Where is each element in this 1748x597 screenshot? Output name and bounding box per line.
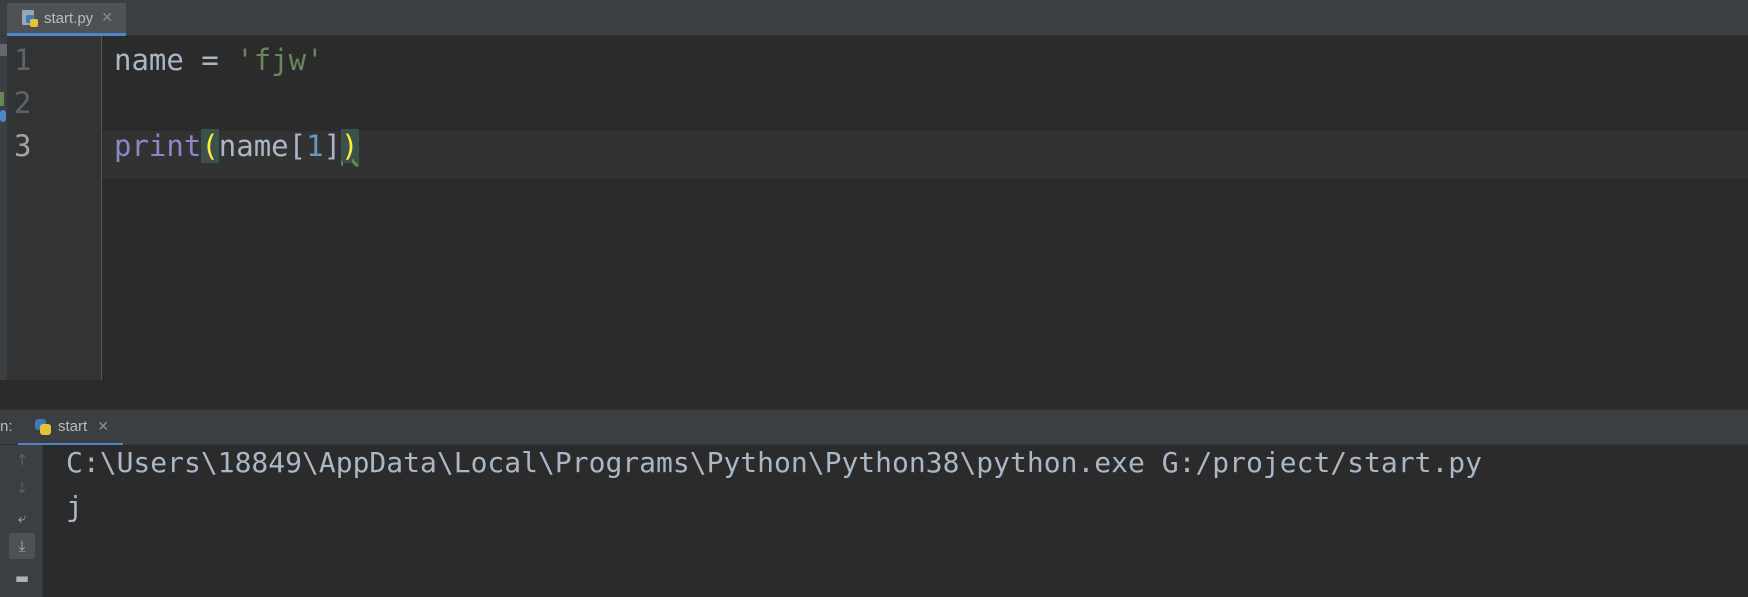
line-number-3: 3: [14, 129, 32, 163]
ide-window: start.py ✕ 1 2 3 name = 'fjw' print(name…: [0, 0, 1748, 597]
close-icon[interactable]: ✕: [101, 10, 113, 26]
arrow-down-icon[interactable]: ↓: [9, 475, 35, 501]
identifier: name: [114, 43, 184, 77]
open-paren-highlight: (: [201, 129, 219, 163]
close-icon[interactable]: ✕: [97, 419, 109, 435]
editor-tab-bar: start.py ✕: [0, 0, 1748, 36]
python-icon: [34, 418, 52, 436]
number-literal: 1: [306, 129, 324, 163]
structure-strip-icon[interactable]: [0, 92, 4, 106]
project-strip-icon[interactable]: [0, 44, 7, 56]
code-editor[interactable]: 1 2 3 name = 'fjw' print(name[1]): [0, 36, 1748, 380]
python-file-icon: [20, 9, 38, 27]
code-line-1[interactable]: name = 'fjw': [114, 36, 324, 84]
identifier: name: [218, 129, 289, 163]
operator: =: [183, 43, 237, 77]
left-tool-strip: [0, 36, 7, 380]
editor-tab-label: start.py: [44, 9, 94, 27]
print-icon[interactable]: ▬: [9, 565, 35, 591]
close-bracket: ]: [323, 129, 342, 163]
scroll-to-end-icon[interactable]: ⤓: [9, 533, 35, 559]
string-literal: 'fjw': [236, 43, 324, 77]
soft-wrap-icon[interactable]: ⤶: [9, 505, 35, 531]
code-line-3[interactable]: print(name[1]): [114, 122, 359, 170]
close-paren-highlight: ): [341, 129, 359, 163]
editor-tab-start-py[interactable]: start.py ✕: [7, 3, 126, 36]
run-console[interactable]: ↑ ↓ ⤶ ⤓ ▬ C:\Users\18849\AppData\Local\P…: [0, 445, 1748, 597]
builtin-function: print: [114, 129, 202, 163]
console-command-line: C:\Users\18849\AppData\Local\Programs\Py…: [66, 446, 1483, 479]
line-number-gutter[interactable]: 1 2 3: [7, 36, 102, 380]
line-number-1: 1: [14, 43, 32, 77]
run-toolbar: ↑ ↓ ⤶ ⤓ ▬: [0, 445, 43, 597]
run-tab-label: start: [58, 418, 88, 435]
arrow-up-icon[interactable]: ↑: [9, 447, 35, 473]
run-panel-title: n:: [0, 418, 13, 435]
open-bracket: [: [288, 129, 307, 163]
console-output-line: j: [66, 490, 83, 523]
line-number-2: 2: [14, 86, 32, 120]
favorites-strip-icon[interactable]: [0, 110, 6, 122]
